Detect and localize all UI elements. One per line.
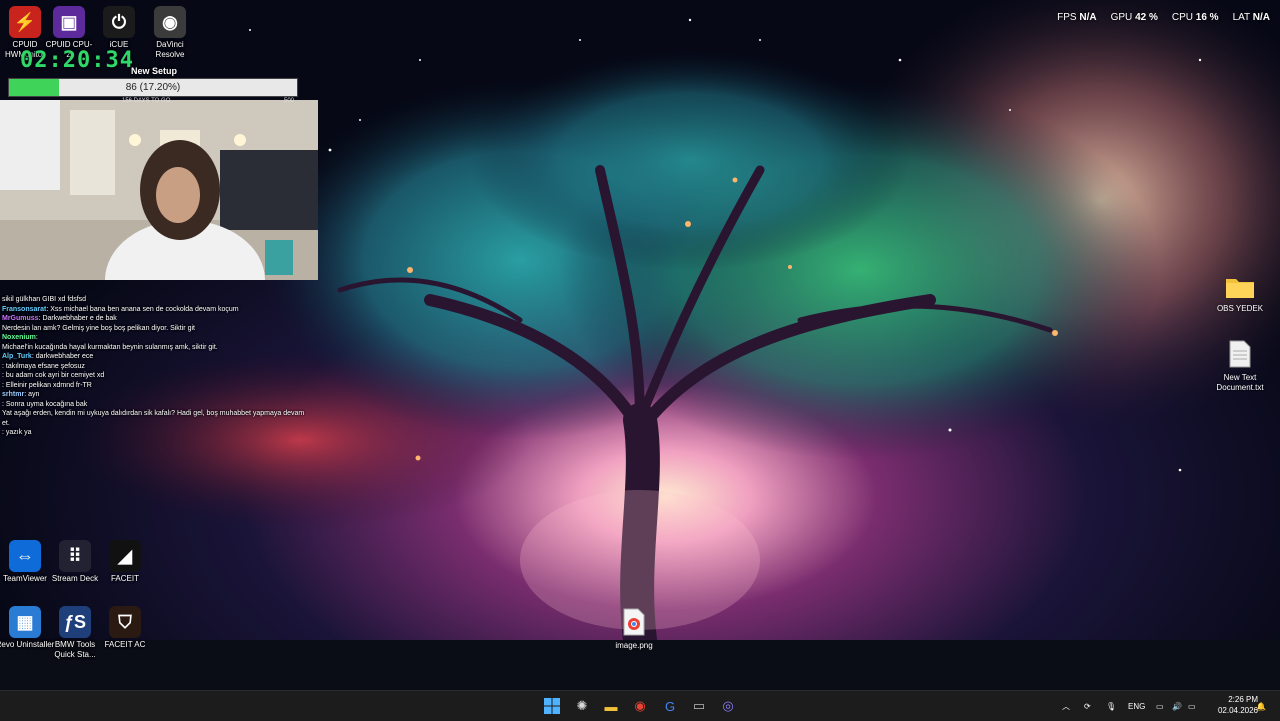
chat-text: : darkwebhaber ece xyxy=(31,353,94,360)
chat-message: : Sonra uyma kocağına bak xyxy=(0,400,310,410)
chat-message: Fransonsarat: Xss michael bana ben anana… xyxy=(0,305,310,315)
app-taskbar-icon[interactable]: ▭ xyxy=(689,696,709,716)
chat-text: : ayn xyxy=(24,391,40,398)
stream-chat-overlay: sikil gülkhan GIBI xd fdsfsd Fransonsarat… xyxy=(0,295,310,438)
goal-max: 500 xyxy=(284,98,295,104)
chat-text: : bu adam cok ayri bir cemiyet xd xyxy=(2,372,105,379)
image-png-label: image.png xyxy=(615,641,653,650)
tray-battery-icon[interactable]: ▭ xyxy=(1188,691,1196,721)
chat-message: Alp_Turk: darkwebhaber ece xyxy=(0,352,310,362)
faceit-ac-shortcut[interactable]: ⛉ FACEIT AC xyxy=(94,606,156,650)
goal-title: New Setup xyxy=(131,66,178,76)
chat-text: : Elleinir pelikan xdmnd fr-TR xyxy=(2,381,92,389)
goal-progress-bar: 86 (17.20%) xyxy=(8,78,298,97)
webcam-scene xyxy=(0,100,318,280)
file-explorer-taskbar-icon[interactable]: ▬ xyxy=(601,696,621,716)
folder-icon xyxy=(1226,279,1254,298)
notification-bell-icon[interactable]: 🔔 xyxy=(1256,691,1266,721)
chat-text: Michael'in kucağında hayal kurmaktan bey… xyxy=(2,343,218,351)
tray-overflow-chevron-icon[interactable]: ︿ xyxy=(1062,691,1070,721)
performance-overlay: FPS N/A GPU 42 % CPU 16 % LAT N/A xyxy=(1057,12,1270,23)
chat-message: srhtmr: ayn xyxy=(0,390,310,400)
chat-message: : yazık ya xyxy=(0,428,310,438)
chat-message: Michael'in kucağında hayal kurmaktan bey… xyxy=(0,343,310,353)
chat-username: srhtmr xyxy=(2,391,25,398)
tray-network-icon[interactable]: ▭ xyxy=(1156,691,1164,721)
icue-icon[interactable]: ⏻ iCUE xyxy=(94,6,144,50)
chat-username: Alp_Turk xyxy=(2,353,32,360)
chat-message: Yat aşağı erden, kendin mi uykuya dalıdı… xyxy=(0,409,310,428)
teamviewer-icon: ⇔ xyxy=(9,540,41,572)
chat-text: : yazık ya xyxy=(2,429,32,436)
tray-microphone-icon[interactable]: 🎙 xyxy=(1106,691,1116,721)
davinci-resolve-icon[interactable]: ◉ DaVinci Resolve xyxy=(145,6,195,60)
stream-deck-icon: ⠿ xyxy=(59,540,91,572)
chat-username: Fransonsarat xyxy=(2,305,47,313)
chat-message: sikil gülkhan GIBI xd fdsfsd xyxy=(0,295,310,305)
tray-sync-icon[interactable]: ⟳ xyxy=(1084,691,1091,721)
chat-text: : Sonra uyma kocağına bak xyxy=(2,400,88,408)
revo-uninstaller-icon: ▦ xyxy=(9,606,41,638)
chat-text: Nerdesin lan amk? Gelmiş yine boş boş pe… xyxy=(2,324,195,332)
copilot-taskbar-icon[interactable]: ✺ xyxy=(572,696,592,716)
windows-start-icon xyxy=(544,698,560,714)
chat-message: : takılmaya efsane şefosuz xyxy=(0,362,310,372)
faceit-icon: ◢ xyxy=(109,540,141,572)
cpuz-chip-icon: ▣ xyxy=(53,6,85,38)
clock-time: 2:26 PM xyxy=(1228,695,1258,704)
chat-text: : Darkwebhaber e de bak xyxy=(38,315,117,322)
tray-volume-icon[interactable]: 🔊 xyxy=(1172,691,1182,721)
gpu-readout: GPU 42 % xyxy=(1110,12,1158,23)
text-document-icon xyxy=(1229,340,1251,368)
obs-taskbar-icon[interactable]: ◎ xyxy=(718,696,738,716)
fps-readout: FPS N/A xyxy=(1057,12,1097,23)
chat-username: Noxenium xyxy=(2,334,36,341)
faceit-ac-icon: ⛉ xyxy=(109,606,141,638)
chat-text: sikil gülkhan GIBI xd fdsfsd xyxy=(2,296,87,303)
tray-language[interactable]: ENG xyxy=(1128,691,1145,721)
obs-yedek-folder[interactable]: OBS YEDEK xyxy=(1208,275,1272,314)
start-button[interactable] xyxy=(542,696,562,716)
taskbar: ✺ ▬ ◉ G ▭ ◎ ︿ ⟳ 🎙 ENG ▭ 🔊 ▭ 2:26 PM 02.04.202… xyxy=(0,690,1280,721)
clock-date: 02.04.2026 xyxy=(1217,706,1258,715)
faceit-shortcut[interactable]: ◢ FACEIT xyxy=(94,540,156,584)
stream-timer: 02:20:34 xyxy=(20,48,134,73)
new-text-document-label: New Text Document.txt xyxy=(1216,373,1264,392)
chat-text: : Xss michael bana ben anana sen de cock… xyxy=(46,305,239,313)
latency-readout: LAT N/A xyxy=(1232,12,1270,23)
desktop-icon-label: FACEIT AC xyxy=(104,640,146,649)
desktop-icon-label: DaVinci Resolve xyxy=(155,40,185,59)
goal-progress-text: 86 (17.20%) xyxy=(125,82,181,93)
google-taskbar-icon[interactable]: G xyxy=(660,696,680,716)
new-text-document[interactable]: New Text Document.txt xyxy=(1208,340,1272,393)
cpu-readout: CPU 16 % xyxy=(1171,12,1219,23)
desktop-icon-label: FACEIT xyxy=(110,574,139,583)
chat-username: MrGumuss xyxy=(2,315,39,322)
chat-text: : xyxy=(35,334,38,341)
davinci-icon: ◉ xyxy=(154,6,186,38)
icue-power-icon: ⏻ xyxy=(103,6,135,38)
chat-text: : takılmaya efsane şefosuz xyxy=(2,362,85,370)
chat-message: : Elleinir pelikan xdmnd fr-TR xyxy=(0,381,310,391)
bmw-tools-icon: ƒS xyxy=(59,606,91,638)
chat-message: Nerdesin lan amk? Gelmiş yine boş boş pe… xyxy=(0,324,310,334)
cpuid-flame-icon: ⚡ xyxy=(9,6,41,38)
goal-days-left: 156 DAYS TO GO xyxy=(122,98,171,104)
chat-message: Noxenium: xyxy=(0,333,310,343)
obs-yedek-label: OBS YEDEK xyxy=(1216,304,1264,313)
image-png-file[interactable]: image.png xyxy=(602,608,666,651)
chat-text: Yat aşağı erden, kendin mi uykuya dalıdı… xyxy=(2,410,305,427)
taskbar-clock[interactable]: 2:26 PM 02.04.2026 xyxy=(1218,694,1258,716)
webcam-feed xyxy=(0,100,318,280)
chrome-taskbar-icon[interactable]: ◉ xyxy=(630,696,650,716)
chat-message: : bu adam cok ayri bir cemiyet xd xyxy=(0,371,310,381)
chrome-document-icon xyxy=(623,608,645,636)
chat-message: MrGumuss: Darkwebhaber e de bak xyxy=(0,314,310,324)
